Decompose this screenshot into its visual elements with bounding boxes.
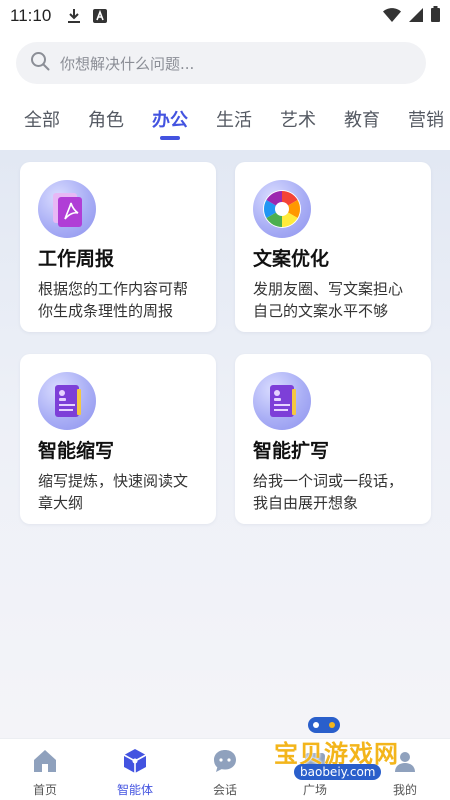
agent-card-copy-optimize[interactable]: 文案优化 发朋友圈、写文案担心自己的文案水平不够	[235, 162, 431, 332]
card-title: 智能扩写	[253, 440, 330, 462]
status-time: 11:10	[10, 6, 52, 25]
card-description: 根据您的工作内容可帮你生成条理性的周报	[38, 280, 189, 320]
nav-plaza[interactable]: 广场	[270, 739, 360, 800]
agent-card-weekly-report[interactable]: 工作周报 根据您的工作内容可帮你生成条理性的周报	[20, 162, 216, 332]
tab-education[interactable]: 教育	[344, 98, 380, 144]
color-aperture-icon	[253, 180, 311, 238]
tab-all[interactable]: 全部	[24, 98, 60, 144]
nav-profile[interactable]: 我的	[360, 739, 450, 800]
profile-document-icon	[253, 372, 311, 430]
tab-art[interactable]: 艺术	[280, 98, 316, 144]
chat-bubble-icon	[211, 747, 239, 779]
card-title: 文案优化	[253, 248, 330, 270]
search-bar[interactable]: 你想解决什么问题...	[16, 42, 426, 84]
search-icon	[30, 51, 50, 75]
card-title: 智能缩写	[38, 440, 115, 462]
card-title: 工作周报	[38, 248, 115, 270]
agent-grid: 工作周报 根据您的工作内容可帮你生成条理性的周报 文案优化 发朋友圈、写文案担心…	[0, 150, 450, 738]
pdf-document-icon	[38, 180, 96, 238]
signal-icon	[409, 7, 423, 26]
nav-label: 我的	[392, 783, 417, 797]
nav-home[interactable]: 首页	[0, 739, 90, 800]
cube-icon	[121, 747, 149, 779]
nav-label: 广场	[302, 783, 327, 797]
app-notification-icon	[93, 9, 108, 23]
tab-marketing[interactable]: 营销	[408, 98, 444, 144]
nav-label: 首页	[32, 783, 57, 797]
bottom-navigation: 首页 智能体 会话 广场 我的	[0, 738, 450, 800]
category-tabs: 全部 角色 办公 生活 艺术 教育 营销	[0, 98, 450, 150]
card-description: 给我一个词或一段话，我自由展开想象	[253, 472, 404, 512]
wifi-icon	[383, 7, 401, 26]
card-description: 缩写提炼，快速阅读文章大纲	[38, 472, 189, 512]
profile-document-icon	[38, 372, 96, 430]
battery-icon	[431, 6, 440, 26]
home-icon	[31, 747, 59, 779]
search-input[interactable]: 你想解决什么问题...	[60, 53, 194, 74]
user-icon	[391, 747, 419, 779]
nav-chat[interactable]: 会话	[180, 739, 270, 800]
tab-life[interactable]: 生活	[216, 98, 252, 144]
status-bar: 11:10	[0, 0, 450, 32]
nav-label: 会话	[212, 783, 237, 797]
plaza-icon	[301, 747, 329, 779]
tab-office[interactable]: 办公	[152, 98, 188, 144]
download-icon	[67, 8, 81, 24]
agent-card-smart-abbreviate[interactable]: 智能缩写 缩写提炼，快速阅读文章大纲	[20, 354, 216, 524]
card-description: 发朋友圈、写文案担心自己的文案水平不够	[253, 280, 404, 320]
nav-agents[interactable]: 智能体	[90, 739, 180, 800]
tab-role[interactable]: 角色	[88, 98, 124, 144]
agent-card-smart-expand[interactable]: 智能扩写 给我一个词或一段话，我自由展开想象	[235, 354, 431, 524]
nav-label: 智能体	[116, 783, 153, 797]
